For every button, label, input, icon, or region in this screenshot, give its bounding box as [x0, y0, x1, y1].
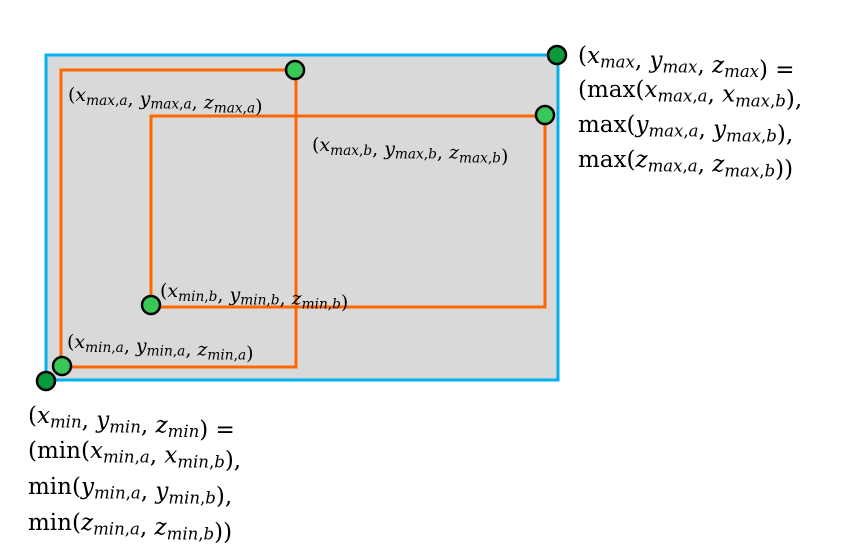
corner-point-min-a — [51, 355, 73, 377]
corner-point-max-a — [284, 59, 306, 81]
corner-point-min-b — [140, 294, 162, 316]
corner-point-max-union — [546, 44, 568, 66]
label-max-union-line-4: max(zmax,a, zmax,b)) — [578, 147, 793, 182]
bounding-box-diagram: (xmax,a, ymax,a, zmax,a) (xmax,b, ymax,b… — [28, 43, 802, 545]
label-min-union-line-2: (min(xmin,a, xmin,b), — [28, 438, 241, 473]
corner-point-max-b — [534, 104, 556, 126]
label-min-union-line-4: min(zmin,a, zmin,b)) — [28, 510, 232, 545]
label-min-union-line-3: min(ymin,a, ymin,b), — [28, 474, 232, 509]
corner-point-min-union — [35, 370, 57, 392]
label-max-union-line-3: max(ymax,a, ymax,b), — [578, 112, 793, 147]
label-min-union-line-1: (xmin, ymin, zmin) = — [28, 403, 235, 443]
